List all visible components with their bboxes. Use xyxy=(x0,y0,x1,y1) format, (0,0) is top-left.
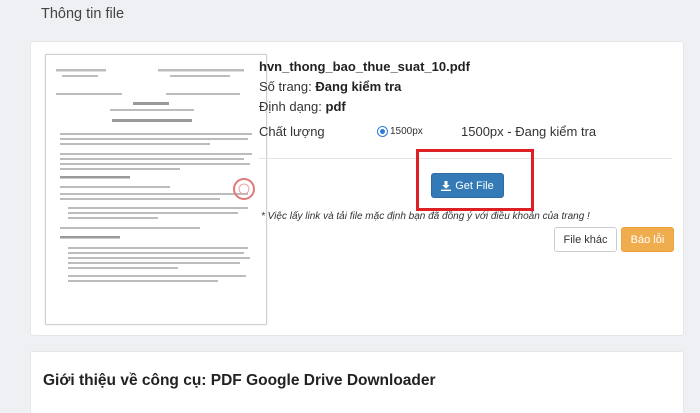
file-name: hvn_thong_bao_thue_suat_10.pdf xyxy=(259,59,470,74)
section-title: Thông tin file xyxy=(41,6,125,22)
page-count-value: Đang kiểm tra xyxy=(315,79,402,94)
format-row: Định dạng: pdf xyxy=(259,99,346,114)
download-icon xyxy=(441,180,452,191)
get-file-button[interactable]: Get File xyxy=(431,173,504,198)
page-count-row: Số trang: Đang kiểm tra xyxy=(259,79,401,94)
other-file-button[interactable]: File khác xyxy=(554,227,617,252)
file-info-card: hvn_thong_bao_thue_suat_10.pdf Số trang:… xyxy=(30,41,684,336)
intro-card: Giới thiệu về công cụ: PDF Google Drive … xyxy=(30,351,684,413)
quality-label: Chất lượng xyxy=(259,124,325,139)
quality-status: 1500px - Đang kiểm tra xyxy=(461,124,597,139)
quality-option-label[interactable]: 1500px xyxy=(390,126,423,137)
format-value: pdf xyxy=(325,99,346,114)
report-error-button[interactable]: Báo lỗi xyxy=(621,227,674,252)
get-file-label: Get File xyxy=(455,179,494,192)
pdf-preview-thumbnail xyxy=(45,54,267,325)
intro-title: Giới thiệu về công cụ: PDF Google Drive … xyxy=(43,372,436,389)
format-label: Định dạng: xyxy=(259,99,322,114)
page-count-label: Số trang: xyxy=(259,79,312,94)
terms-notice: * Việc lấy link và tải file mặc định bạn… xyxy=(261,211,590,222)
quality-radio-1500px[interactable] xyxy=(377,126,388,137)
